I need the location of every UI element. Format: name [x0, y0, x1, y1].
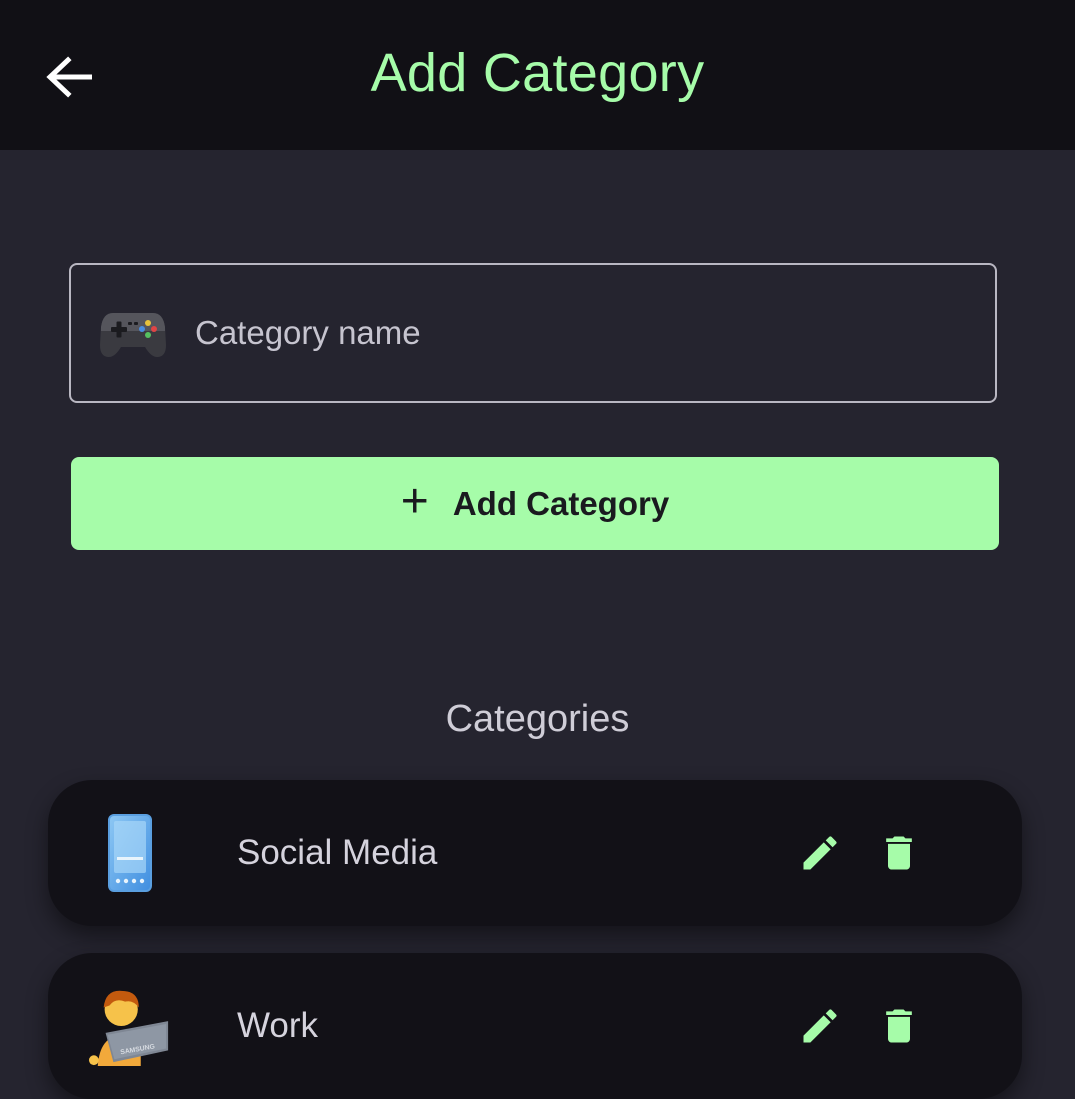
category-card: Social Media: [48, 780, 1022, 926]
category-name: Social Media: [237, 833, 438, 872]
edit-button[interactable]: [794, 1000, 846, 1052]
delete-button[interactable]: [873, 1000, 925, 1052]
pencil-icon: [803, 1009, 837, 1043]
trash-icon: [886, 836, 912, 870]
trash-icon: [886, 1009, 912, 1043]
categories-heading: Categories: [445, 698, 630, 740]
add-category-button[interactable]: + Add Category: [71, 457, 999, 550]
page-title: Add Category: [370, 43, 705, 103]
mobile-phone-icon: [88, 806, 172, 900]
add-category-label: Add Category: [452, 484, 670, 522]
category-name-input[interactable]: [195, 303, 995, 363]
delete-button[interactable]: [873, 827, 925, 879]
technologist-icon: SAMSUNG: [88, 979, 172, 1073]
category-name-field[interactable]: [69, 263, 997, 403]
category-card: SAMSUNG Work: [48, 953, 1022, 1099]
category-name: Work: [237, 1006, 319, 1045]
plus-icon: +: [400, 474, 429, 528]
game-controller-icon: [99, 303, 167, 363]
app-bar: Add Category: [0, 0, 1075, 150]
pencil-icon: [803, 836, 837, 870]
edit-button[interactable]: [794, 827, 846, 879]
